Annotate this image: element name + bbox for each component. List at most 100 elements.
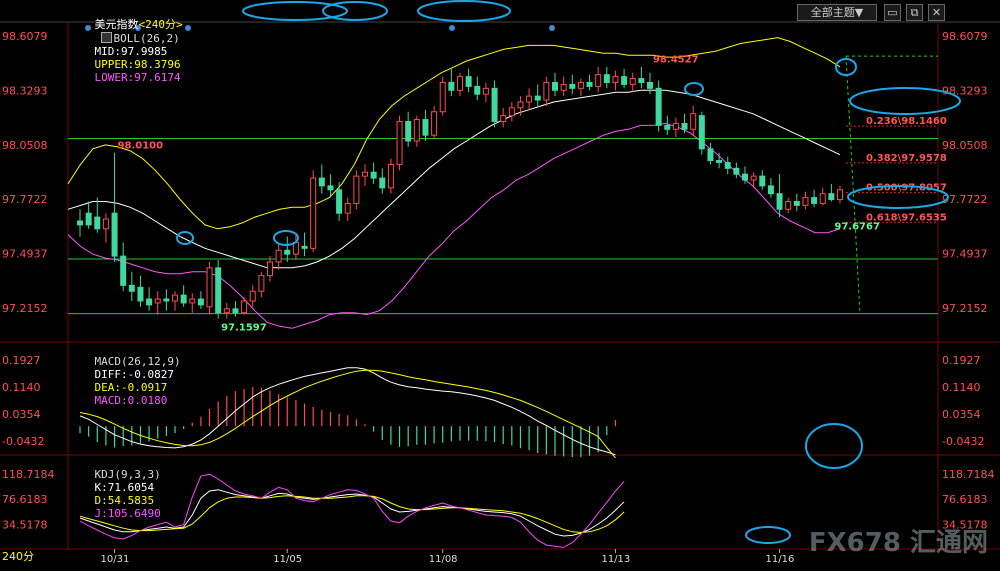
event-marker-4 xyxy=(549,25,555,31)
candle-body xyxy=(232,308,239,314)
left-y-tick: 118.7184 xyxy=(2,468,55,481)
theme-select-button[interactable]: 全部主题▼ xyxy=(797,4,877,21)
candle-body xyxy=(595,74,602,87)
kdj-panel-header: KDJ(9,3,3) K:71.6054 D:54.5835 J:105.649… xyxy=(68,455,161,533)
candle-body xyxy=(776,193,783,210)
left-y-tick: 76.6183 xyxy=(2,493,48,506)
right-y-tick: -0.0432 xyxy=(942,435,984,448)
right-y-tick: 0.1927 xyxy=(942,354,981,367)
right-y-tick: 0.0354 xyxy=(942,408,981,421)
candle-body xyxy=(344,202,351,214)
event-marker-3 xyxy=(449,25,455,31)
candle-body xyxy=(638,78,645,83)
candle-body xyxy=(172,294,178,302)
candle-body xyxy=(439,81,446,113)
candle-body xyxy=(465,76,472,87)
candle-body xyxy=(655,87,662,126)
candle-body xyxy=(698,115,705,150)
candle-body xyxy=(249,290,256,302)
candle-body xyxy=(413,119,420,142)
candle-body xyxy=(197,298,204,306)
candle-body xyxy=(180,294,187,304)
candle-body xyxy=(569,83,576,89)
candle-body xyxy=(534,95,541,101)
right-y-tick: 98.6079 xyxy=(942,30,988,43)
candle-body xyxy=(733,167,740,175)
candle-body xyxy=(120,255,127,286)
candle-body xyxy=(724,161,731,169)
macd-hist-value: MACD:0.0180 xyxy=(94,394,168,407)
kdj-k-value: K:71.6054 xyxy=(94,481,155,494)
timeframe-badge[interactable]: 240分 xyxy=(2,549,62,565)
candle-body xyxy=(742,173,748,181)
candle-body xyxy=(482,87,489,95)
candle-body xyxy=(543,81,550,101)
candle-body xyxy=(85,212,92,226)
left-y-tick: 97.4937 xyxy=(2,247,48,260)
right-y-tick: 118.7184 xyxy=(942,468,995,481)
event-marker-2 xyxy=(185,25,191,31)
right-y-tick: 97.7722 xyxy=(942,193,988,206)
candle-body xyxy=(750,175,757,181)
left-y-tick: 0.0354 xyxy=(2,408,41,421)
candle-body xyxy=(811,197,818,204)
boll-upper-value: UPPER:98.3796 xyxy=(94,58,181,71)
x-tick-label: 11/13 xyxy=(601,554,630,565)
right-y-tick: 0.1140 xyxy=(942,381,981,394)
left-y-tick: 98.3293 xyxy=(2,84,48,97)
candle-body xyxy=(612,76,619,83)
candle-body xyxy=(526,95,533,103)
chart-stage: 0.236\98.1460 0.382\97.9578 0.500\97.8057 0… xyxy=(0,0,1000,567)
candle-body xyxy=(215,267,222,314)
screenshot-icon[interactable]: ▭ xyxy=(884,4,901,21)
candle-body xyxy=(137,286,144,302)
left-y-tick: -0.0432 xyxy=(2,435,44,448)
candle-body xyxy=(284,249,291,255)
left-y-tick: 0.1927 xyxy=(2,354,41,367)
candle-body xyxy=(128,284,135,292)
right-y-tick: 97.4937 xyxy=(942,247,988,260)
left-y-tick: 97.2152 xyxy=(2,302,48,315)
candle-body xyxy=(603,74,610,83)
candle-body xyxy=(206,267,213,308)
price-annotation: 97.6767 xyxy=(834,222,880,233)
candle-body xyxy=(664,124,671,130)
candle-body xyxy=(241,300,248,314)
price-annotation: 98.0100 xyxy=(118,141,164,152)
right-y-tick: 97.2152 xyxy=(942,302,988,315)
candle-body xyxy=(327,185,334,191)
boll-icon xyxy=(100,32,112,43)
candle-body xyxy=(517,101,524,109)
candle-body xyxy=(767,185,774,195)
x-tick-label: 11/08 xyxy=(429,554,458,565)
x-tick-label: 11/16 xyxy=(766,554,795,565)
macd-dea-value: DEA:-0.0917 xyxy=(94,381,168,394)
candle-body xyxy=(586,81,593,87)
candle-body xyxy=(336,189,343,214)
kdj-d-value: D:54.5835 xyxy=(94,494,155,507)
left-y-tick: 0.1140 xyxy=(2,381,41,394)
right-y-tick: 98.0508 xyxy=(942,139,988,152)
price-panel-header: 美元指数<240分> BOLL(26,2) MID:97.9985 UPPER:… xyxy=(68,3,183,97)
candle-body xyxy=(448,81,455,91)
boll-lower-value: LOWER:97.6174 xyxy=(94,71,181,84)
candle-body xyxy=(491,87,498,122)
candle-body xyxy=(707,148,714,162)
candle-body xyxy=(353,175,360,204)
macd-label: MACD(26,12,9) xyxy=(94,355,181,368)
candle-body xyxy=(457,76,463,91)
candle-body xyxy=(793,200,800,206)
candle-body xyxy=(111,212,118,257)
symbol-name: 美元指数 xyxy=(94,18,139,31)
fib-level-label-2: 0.500\97.8057 xyxy=(866,183,947,194)
candle-body xyxy=(785,200,792,210)
macd-panel-header: MACD(26,12,9) DIFF:-0.0827 DEA:-0.0917 M… xyxy=(68,342,181,420)
restore-icon[interactable]: ⧉ xyxy=(906,4,923,21)
candle-body xyxy=(474,85,481,95)
right-y-tick: 98.3293 xyxy=(942,84,988,97)
candle-body xyxy=(258,275,265,292)
candle-body xyxy=(94,216,101,230)
timeframe-label: <240分> xyxy=(138,18,183,31)
fib-level-label-0: 0.236\98.1460 xyxy=(866,116,947,127)
close-icon[interactable]: ✕ xyxy=(928,4,945,21)
